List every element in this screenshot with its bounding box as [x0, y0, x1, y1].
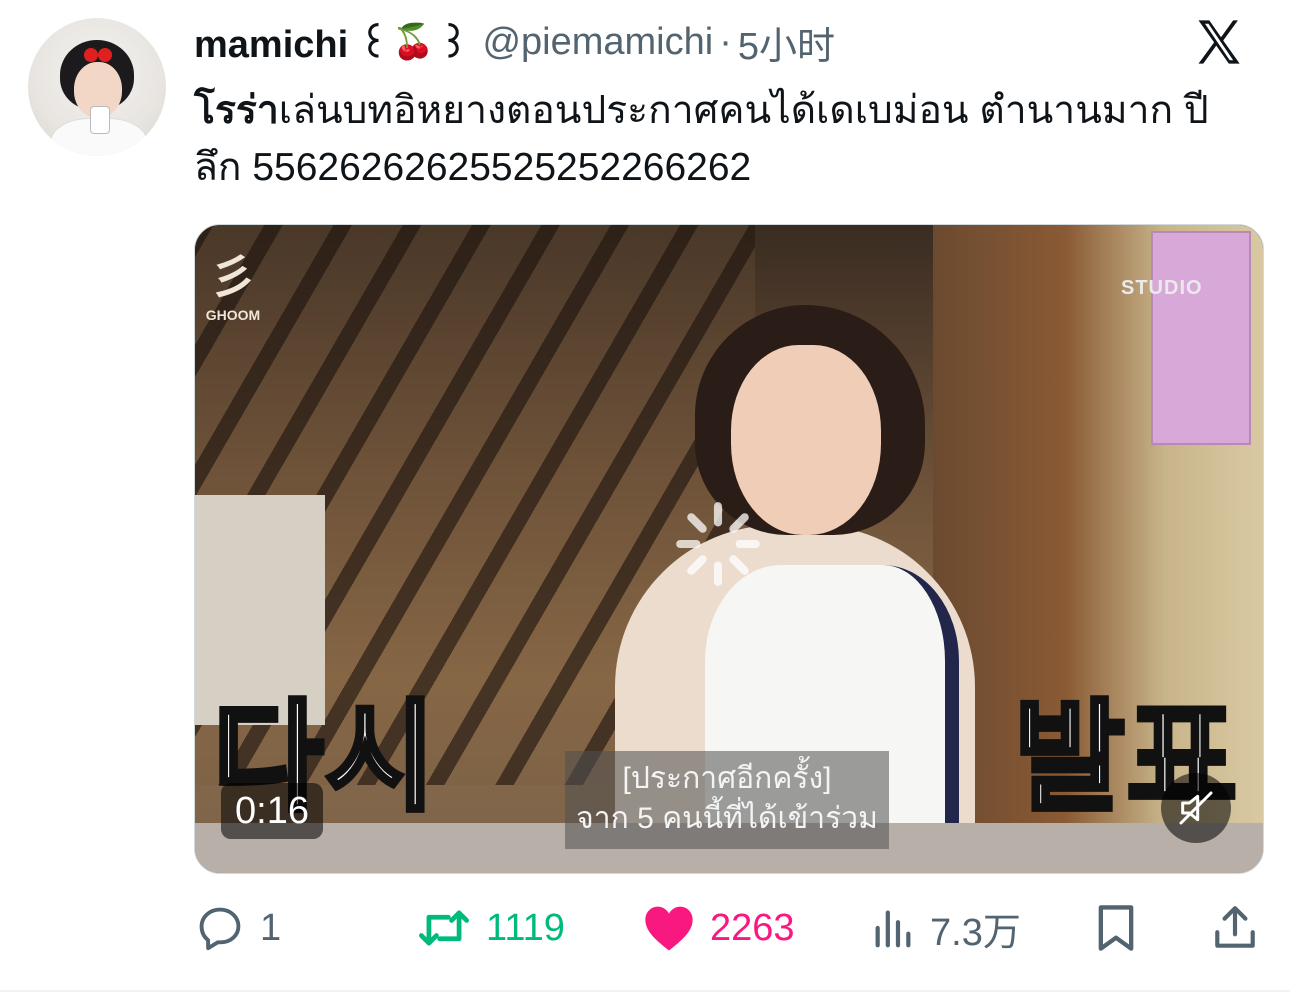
author-name[interactable]: mamichi ꒰ — [194, 17, 388, 67]
video-player[interactable]: 彡 GHOOM STUDIO 다시 발표 [ประกาศอีกครั้ง] จา… — [194, 224, 1264, 874]
tweet-text: โรร่าเล่นบทอิหยางตอนประกาศคนได้เดเบม่อน … — [194, 82, 1254, 196]
ghoom-logo: 彡 GHOOM — [205, 247, 261, 337]
retweet-icon — [419, 910, 469, 946]
share-button[interactable] — [1210, 898, 1260, 958]
author-avatar[interactable] — [28, 18, 166, 156]
author-name-suffix: ꒱ — [438, 24, 469, 66]
views-count: 7.3万 — [930, 911, 1021, 954]
tweet-actions: 1 1119 2263 7.3万 — [194, 898, 1264, 958]
views-button[interactable]: 7.3万 — [870, 898, 1021, 958]
tweet-body-text: เล่นบทอิหยางตอนประกาศคนได้เดเบม่อน ตำนาน… — [194, 89, 1209, 189]
heart-icon — [645, 906, 693, 951]
tweet-time[interactable]: 5小时 — [738, 15, 835, 70]
retweet-button[interactable]: 1119 — [416, 898, 565, 958]
subtitle-line-2: จาก 5 คนนี้ที่ได้เข้าร่วม — [576, 802, 878, 835]
video-duration: 0:16 — [221, 783, 323, 839]
speaker-muted-icon — [1179, 791, 1213, 825]
studio-logo: STUDIO — [1121, 277, 1203, 299]
tweet-bold-text: โรร่า — [194, 89, 279, 132]
avatar-cup — [90, 106, 110, 134]
bookmark-button[interactable] — [1092, 898, 1140, 958]
bookmark-icon — [1098, 905, 1134, 951]
subtitle-line-1: [ประกาศอีกครั้ง] — [622, 762, 832, 795]
header-separator: · — [719, 20, 732, 63]
ghoom-logo-text: GHOOM — [205, 307, 261, 323]
tweet-header: mamichi ꒰ 🍒 ꒱ @piemamichi · 5小时 — [194, 17, 835, 68]
loading-spinner-icon — [676, 502, 760, 586]
avatar-bow — [84, 48, 112, 62]
mute-button[interactable] — [1161, 773, 1231, 843]
video-background-board — [1151, 231, 1251, 445]
cherry-emoji: 🍒 — [392, 23, 435, 61]
retweet-count: 1119 — [486, 906, 565, 949]
reply-icon — [199, 907, 241, 951]
video-subtitle: [ประกาศอีกครั้ง] จาก 5 คนนี้ที่ได้เข้าร่… — [565, 751, 889, 849]
tweet-divider — [0, 990, 1290, 992]
views-chart-icon — [875, 910, 911, 948]
reply-count: 1 — [260, 906, 282, 949]
like-count: 2263 — [710, 906, 795, 949]
reply-button[interactable]: 1 — [194, 898, 281, 958]
ghoom-logo-mark: 彡 — [210, 250, 256, 304]
author-handle[interactable]: @piemamichi — [482, 21, 713, 64]
x-logo-icon[interactable] — [1192, 16, 1244, 68]
share-icon — [1215, 906, 1255, 948]
like-button[interactable]: 2263 — [642, 898, 795, 958]
